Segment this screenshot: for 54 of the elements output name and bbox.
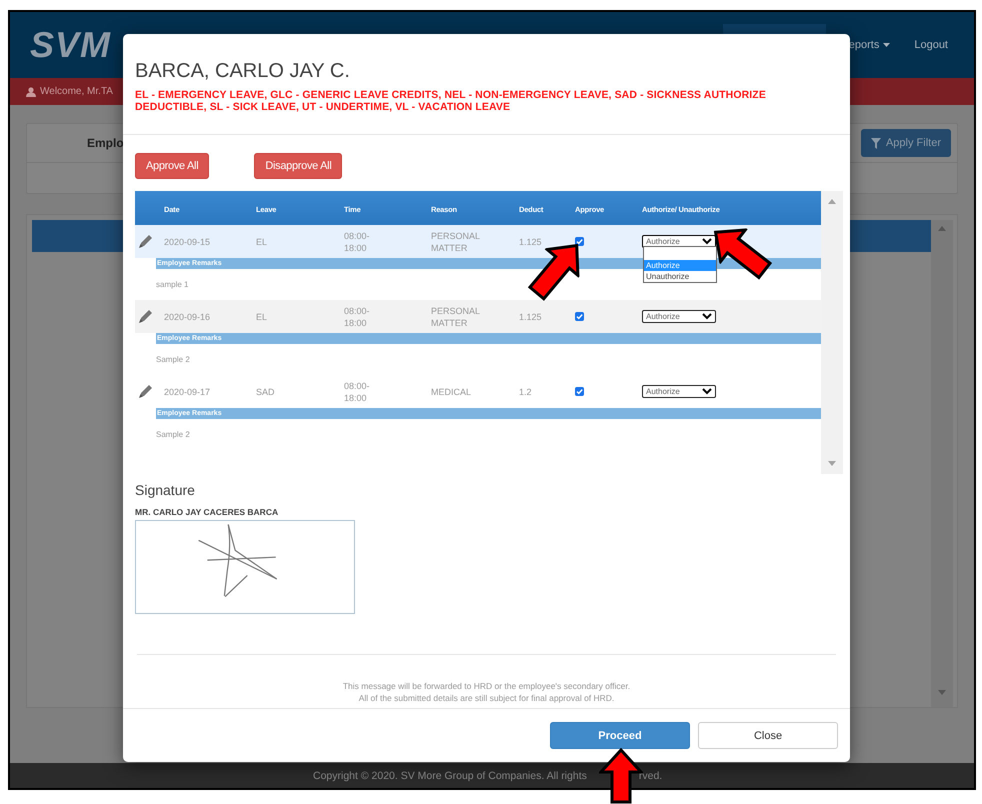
modal-title: BARCA, CARLO JAY C. [135,60,351,83]
date-cell-text: 2020-09-16 [164,310,212,322]
notice-text: This message will be forwarded to HRD or the employee's secondary officer. [342,680,630,692]
remark-text: sample 1 [156,280,188,289]
remark-text: Sample 2 [156,430,190,439]
deduct-cell-text: 1.125 [519,310,543,322]
reason-cell-text: PERSONAL MATTER [431,304,481,328]
filter-label: Emplo [87,136,124,150]
approve-checkbox[interactable] [575,237,584,246]
scroll-up-icon[interactable] [828,199,836,204]
approve-checkbox[interactable] [575,312,584,321]
reason-cell-text: MEDICAL [431,386,472,398]
funnel-icon [870,138,881,148]
chevron-icon [702,388,712,395]
copyright-text: Copyright © 2020. SV More Group of Companies. All rights [313,770,587,782]
disapprove-all-button[interactable]: Disapprove All [254,153,342,179]
time-cell-text: 08:00-18:00 [344,380,371,404]
proceed-button[interactable]: Proceed [550,722,690,749]
dropdown-option[interactable]: Authorize [644,260,716,271]
pencil-icon[interactable] [137,308,154,325]
caret-icon [883,43,890,47]
welcome-text: Welcome, Mr.TA [40,86,113,97]
chevron-icon [702,313,712,320]
date-cell-text: 2020-09-17 [164,386,212,398]
authorize-select[interactable]: Authorize [642,385,716,398]
authorize-select[interactable]: Authorize [642,310,716,323]
leave-legend: EL - EMERGENCY LEAVE, GLC - GENERIC LEAVE CREDITS, NEL - NON-EMERGENCY LEAVE, SAD - SICKNESS AUTHORIZE DEDUCTIBLE, SL - SICK LEAVE, UT - UNDERTIME, VL - VACATION LEAVE [135,89,838,113]
nav-link[interactable]: Logout [914,39,948,51]
approve-checkbox[interactable] [575,387,584,396]
approve-all-button[interactable]: Approve All [135,153,210,179]
chevron-icon [702,238,712,245]
leave-cell-text: SAD [256,386,276,398]
pencil-icon[interactable] [137,233,154,250]
close-button[interactable]: Close [698,722,838,749]
user-icon [26,86,36,96]
date-cell-text: 2020-09-15 [164,236,212,248]
time-cell-text: 08:00-18:00 [344,230,371,254]
signer-name: MR. CARLO JAY CACERES BARCA [135,507,280,517]
signature-heading: Signature [135,482,196,498]
scroll-down-icon[interactable] [828,461,836,466]
deduct-cell-text: 1.2 [519,386,533,398]
nav-link[interactable]: eports [848,39,890,51]
copyright-text: rved. [638,770,662,782]
apply-filter-button[interactable]: Apply Filter [860,129,951,157]
notice-text: All of the submitted details are still subject for final approval of HRD. [358,692,614,704]
reason-cell-text: PERSONAL MATTER [431,230,481,254]
dropdown-option[interactable]: Unauthorize [644,271,716,282]
logo-text: SVM [30,24,112,66]
time-cell-text: 08:00-18:00 [344,304,371,328]
leave-cell-text: EL [256,236,268,248]
remark-text: Sample 2 [156,355,190,364]
deduct-cell-text: 1.125 [519,236,543,248]
pencil-icon[interactable] [137,383,154,400]
leave-cell-text: EL [256,310,268,322]
